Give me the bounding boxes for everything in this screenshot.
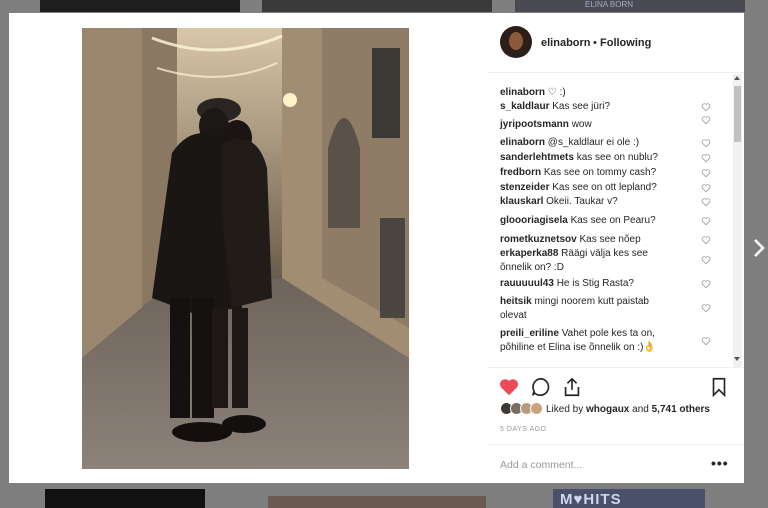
comment-user[interactable]: elinaborn bbox=[500, 87, 545, 98]
chevron-right-icon[interactable] bbox=[749, 236, 768, 260]
comment: rauuuuul43 He is Stig Rasta? bbox=[500, 277, 705, 291]
likes-prefix: Liked by bbox=[546, 404, 584, 415]
comment: erkaperka88 Räägi välja kes see õnnelik … bbox=[500, 247, 650, 275]
header-username[interactable]: elinaborn bbox=[541, 37, 591, 49]
post-modal: elinaborn • Following elinaborn ♡ :) s_k… bbox=[9, 13, 744, 483]
header-separator: • bbox=[593, 37, 597, 49]
comment-caption: elinaborn ♡ :) bbox=[500, 86, 705, 100]
comment: gloooriagisela Kas see on Pearu? bbox=[500, 214, 705, 228]
comment: klauskarl Okeii. Taukar v? bbox=[500, 195, 705, 209]
post-timestamp[interactable]: 5 DAYS AGO bbox=[500, 426, 547, 433]
scroll-down-arrow-icon[interactable] bbox=[734, 357, 740, 361]
scroll-thumb[interactable] bbox=[734, 86, 741, 142]
comment-user[interactable]: heitsik bbox=[500, 296, 532, 307]
comment-icon[interactable] bbox=[530, 376, 552, 398]
background-post-label: ELINA BORN bbox=[585, 0, 634, 9]
following-button[interactable]: Following bbox=[600, 37, 651, 49]
comment-user[interactable]: sanderlehtmets bbox=[500, 152, 574, 163]
comment-text: Kas see on Pearu? bbox=[570, 215, 656, 226]
comment-user[interactable]: rauuuuul43 bbox=[500, 278, 554, 289]
likes-summary: Liked by whogaux and 5,741 others bbox=[546, 404, 710, 415]
comment-like-heart-icon[interactable] bbox=[701, 303, 711, 313]
comment-text: ♡ :) bbox=[547, 87, 566, 98]
comment-user[interactable]: elinaborn bbox=[500, 137, 545, 148]
comment-user[interactable]: erkaperka88 bbox=[500, 248, 558, 259]
comment-like-heart-icon[interactable] bbox=[701, 138, 711, 148]
more-options-button[interactable]: ••• bbox=[711, 455, 729, 471]
comment-user[interactable]: s_kaldlaur bbox=[500, 101, 549, 112]
comment-like-heart-icon[interactable] bbox=[701, 183, 711, 193]
comment-user[interactable]: fredborn bbox=[500, 167, 541, 178]
comment-like-heart-icon[interactable] bbox=[701, 102, 711, 112]
likes-row: Liked by whogaux and 5,741 others bbox=[500, 402, 740, 418]
comment: stenzeider Kas see on ott lepland? bbox=[500, 181, 705, 195]
comment-user[interactable]: preili_eriline bbox=[500, 328, 559, 339]
likes-count[interactable]: 5,741 others bbox=[652, 404, 710, 415]
comment-user[interactable]: rometkuznetsov bbox=[500, 234, 577, 245]
comment-like-heart-icon[interactable] bbox=[701, 168, 711, 178]
comment-text: Kas see jüri? bbox=[552, 101, 611, 112]
action-bar bbox=[489, 367, 744, 407]
comment: jyripootsmann wow bbox=[500, 118, 705, 132]
background-post-thumb[interactable] bbox=[45, 489, 205, 508]
likes-and: and bbox=[632, 404, 649, 415]
scroll-up-arrow-icon[interactable] bbox=[734, 76, 740, 80]
comment-like-heart-icon[interactable] bbox=[701, 279, 711, 289]
post-header: elinaborn • Following bbox=[489, 13, 744, 73]
liker-avatar[interactable] bbox=[530, 402, 543, 415]
comment-user[interactable]: gloooriagisela bbox=[500, 215, 568, 226]
comment-like-heart-icon[interactable] bbox=[701, 255, 711, 265]
liker-username[interactable]: whogaux bbox=[586, 404, 629, 415]
comment: preili_eriline Vahet pole kes ta on, põh… bbox=[500, 327, 685, 355]
avatar[interactable] bbox=[500, 26, 532, 58]
comment: fredborn Kas see on tommy cash? bbox=[500, 166, 705, 180]
comment: rometkuznetsov Kas see nõep bbox=[500, 233, 705, 247]
background-post-thumb[interactable] bbox=[262, 0, 492, 12]
add-comment-bar: ••• bbox=[489, 444, 744, 483]
comment: elinaborn @s_kaldlaur ei ole :) bbox=[500, 136, 705, 150]
bookmark-icon[interactable] bbox=[708, 376, 730, 398]
comment-like-heart-icon[interactable] bbox=[701, 336, 711, 346]
comment: sanderlehtmets kas see on nublu? bbox=[500, 151, 705, 165]
comment-like-heart-icon[interactable] bbox=[701, 197, 711, 207]
share-icon[interactable] bbox=[561, 376, 583, 398]
comment-text: wow bbox=[571, 119, 592, 130]
comment-text: kas see on nublu? bbox=[576, 152, 658, 163]
comment-text: Kas see on ott lepland? bbox=[552, 182, 657, 193]
comment-user[interactable]: klauskarl bbox=[500, 196, 543, 207]
heart-icon[interactable] bbox=[498, 376, 520, 398]
comment-text: Okeii. Taukar v? bbox=[546, 196, 618, 207]
comments-list: elinaborn ♡ :) s_kaldlaur Kas see jüri? … bbox=[489, 83, 744, 366]
post-sidebar: elinaborn • Following elinaborn ♡ :) s_k… bbox=[489, 13, 744, 483]
comment-like-heart-icon[interactable] bbox=[701, 216, 711, 226]
comment-user[interactable]: stenzeider bbox=[500, 182, 549, 193]
background-post-label: M♥HITS bbox=[560, 491, 622, 508]
photo-area bbox=[9, 13, 489, 483]
comment-text: @s_kaldlaur ei ole :) bbox=[547, 137, 640, 148]
post-photo bbox=[82, 28, 409, 469]
add-comment-input[interactable] bbox=[500, 457, 700, 473]
comment-user[interactable]: jyripootsmann bbox=[500, 119, 569, 130]
comment-like-heart-icon[interactable] bbox=[701, 235, 711, 245]
comment: heitsik mingi noorem kutt paistab olevat bbox=[500, 295, 675, 323]
comment-text: Kas see nõep bbox=[579, 234, 641, 245]
comment-text: He is Stig Rasta? bbox=[556, 278, 634, 289]
comment: s_kaldlaur Kas see jüri? bbox=[500, 100, 705, 114]
comments-scrollbar[interactable] bbox=[733, 74, 742, 367]
comment-like-heart-icon[interactable] bbox=[701, 153, 711, 163]
background-post-thumb[interactable] bbox=[268, 496, 486, 508]
background-post-thumb[interactable] bbox=[40, 0, 240, 12]
comment-text: Kas see on tommy cash? bbox=[543, 167, 657, 178]
